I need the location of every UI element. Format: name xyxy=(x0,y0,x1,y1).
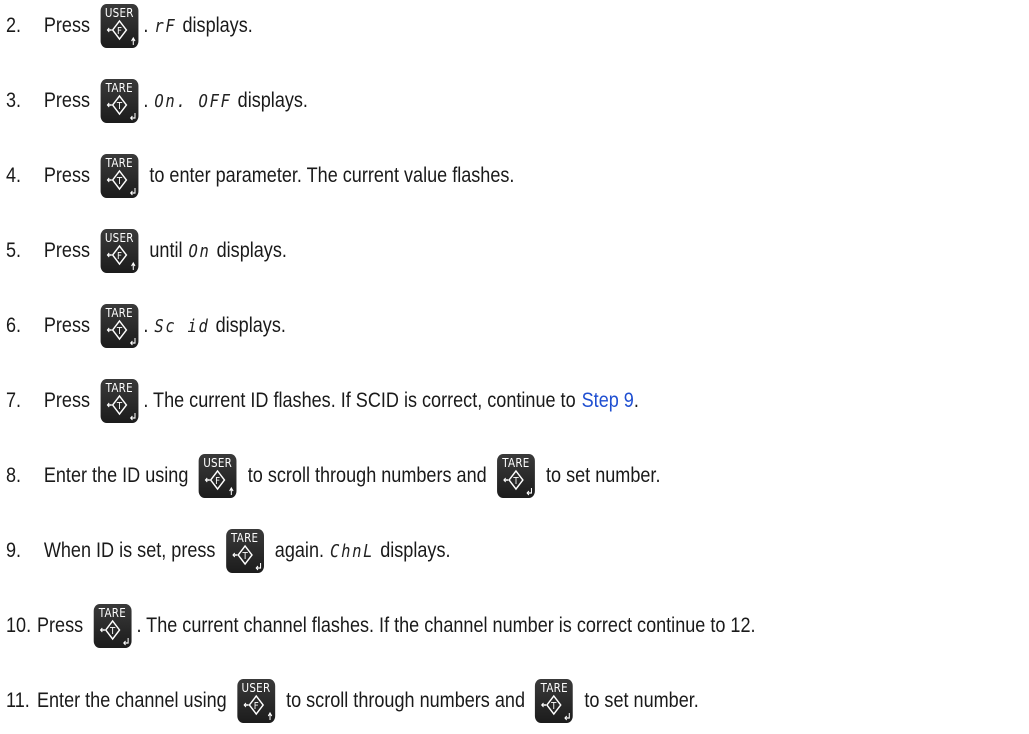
tare-key-icon: TARE T xyxy=(225,529,264,573)
step-text: to enter parameter. The current value fl… xyxy=(149,164,515,187)
step-text: displays. xyxy=(237,89,308,112)
tare-key-icon: TARE T xyxy=(535,679,574,723)
svg-text:F: F xyxy=(253,700,258,712)
svg-text:T: T xyxy=(512,475,518,487)
step-11: 11. Enter the channel using USER F to sc… xyxy=(6,678,699,724)
step-text: Press xyxy=(36,614,84,637)
display-code: On. OFF xyxy=(154,90,232,112)
svg-text:T: T xyxy=(551,700,557,712)
step-text: . The current ID flashes. If SCID is cor… xyxy=(143,389,576,412)
step-text: to set number. xyxy=(584,689,699,712)
svg-text:T: T xyxy=(116,100,122,112)
step-10: 10. Press TARE T . The current channel f… xyxy=(6,603,756,649)
step-3: 3. Press TARE T . On. OFF displays. xyxy=(6,78,308,124)
step-6: 6. Press TARE T . Sc id displays. xyxy=(6,303,286,349)
step-text: . xyxy=(143,89,149,112)
step-text: Enter the ID using xyxy=(43,464,189,487)
step-number: 5. xyxy=(6,239,22,262)
step-text: . xyxy=(633,389,639,412)
tare-key-icon: TARE T xyxy=(100,304,139,348)
step-9: 9. When ID is set, press TARE T again. C… xyxy=(6,528,450,574)
user-key-icon: USER F xyxy=(100,229,139,273)
tare-key-icon: TARE T xyxy=(496,454,535,498)
svg-text:T: T xyxy=(116,325,122,337)
user-key-icon: USER F xyxy=(100,4,139,48)
svg-text:T: T xyxy=(241,550,247,562)
svg-text:T: T xyxy=(116,400,122,412)
step-text: Press xyxy=(43,239,91,262)
step-text: displays. xyxy=(215,314,286,337)
step-text: Press xyxy=(43,314,91,337)
step-text: . xyxy=(143,314,149,337)
tare-key-icon: TARE T xyxy=(100,379,139,423)
step-4: 4. Press TARE T to enter parameter. The … xyxy=(6,153,514,199)
svg-text:F: F xyxy=(117,250,122,262)
step-5: 5. Press USER F until On displays. xyxy=(6,228,287,274)
step-text: again. xyxy=(274,539,325,562)
step-2: 2. Press USER F . rF displays. xyxy=(6,3,253,49)
step-text: displays. xyxy=(182,14,253,37)
step-text: to scroll through numbers and xyxy=(247,464,487,487)
step-text: to set number. xyxy=(546,464,661,487)
step-number: 4. xyxy=(6,164,22,187)
step-text: Press xyxy=(43,164,91,187)
step-number: 8. xyxy=(6,464,22,487)
svg-text:F: F xyxy=(117,25,122,37)
tare-key-icon: TARE T xyxy=(100,154,139,198)
svg-text:T: T xyxy=(109,625,115,637)
step-text: Press xyxy=(43,89,91,112)
svg-text:T: T xyxy=(116,175,122,187)
step-text: until xyxy=(149,239,183,262)
display-code: Sc id xyxy=(154,315,210,337)
step-text: displays. xyxy=(380,539,451,562)
tare-key-icon: TARE T xyxy=(93,604,132,648)
step-number: 11. xyxy=(6,689,30,712)
svg-text:F: F xyxy=(215,475,220,487)
step-text: to scroll through numbers and xyxy=(286,689,525,712)
step-number: 9. xyxy=(6,539,22,562)
step-text: displays. xyxy=(216,239,287,262)
step-text: Press xyxy=(43,389,91,412)
display-code: ChnL xyxy=(330,540,375,562)
step-number: 6. xyxy=(6,314,22,337)
step-text: Press xyxy=(43,14,91,37)
step-text: . The current channel flashes. If the ch… xyxy=(136,614,756,637)
step-number: 10. xyxy=(6,614,32,637)
step-text: Enter the channel using xyxy=(36,689,227,712)
step-number: 3. xyxy=(6,89,22,112)
step-7: 7. Press TARE T . The current ID flashes… xyxy=(6,378,639,424)
display-code: rF xyxy=(154,15,177,37)
tare-key-icon: TARE T xyxy=(100,79,139,123)
step-number: 2. xyxy=(6,14,22,37)
step-9-link[interactable]: Step 9 xyxy=(582,389,634,413)
step-text: . xyxy=(143,14,149,37)
step-text: When ID is set, press xyxy=(43,539,216,562)
user-key-icon: USER F xyxy=(237,679,275,723)
step-8: 8. Enter the ID using USER F to scroll t… xyxy=(6,453,660,499)
step-number: 7. xyxy=(6,389,22,412)
user-key-icon: USER F xyxy=(198,454,237,498)
display-code: On xyxy=(188,240,211,262)
